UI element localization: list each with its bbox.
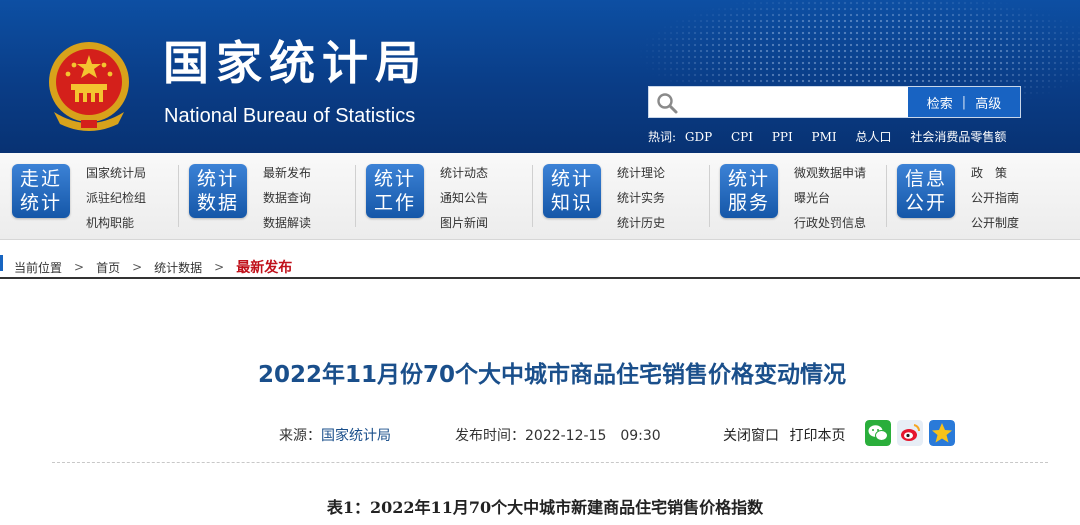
nav-link[interactable]: 数据解读 xyxy=(263,211,311,236)
nav-badge-knowledge[interactable]: 统计 知识 xyxy=(543,164,601,218)
nav-link[interactable]: 微观数据申请 xyxy=(794,161,866,186)
nav-links: 国家统计局 派驻纪检组 机构职能 xyxy=(86,161,146,236)
nav-badge-about[interactable]: 走近 统计 xyxy=(12,164,70,218)
time-value: 2022-12-15 09:30 xyxy=(525,428,661,444)
chevron-right-icon: > xyxy=(214,260,225,274)
nav-links: 最新发布 数据查询 数据解读 xyxy=(263,161,311,236)
breadcrumb-label: 当前位置 xyxy=(14,260,63,275)
nav-badge-line: 信息 xyxy=(904,168,947,190)
nav-link[interactable]: 统计历史 xyxy=(617,211,665,236)
search-buttons: 检索 | 高级 xyxy=(908,87,1020,117)
search-box: 检索 | 高级 xyxy=(648,86,1021,118)
table-title: 表1：2022年11月70个大中城市新建商品住宅销售价格指数 xyxy=(326,498,764,517)
hot-word-link[interactable]: CPI xyxy=(731,130,753,144)
site-header: 国家统计局 National Bureau of Statistics 检索 |… xyxy=(0,0,1080,153)
nav-badge-line: 公开 xyxy=(904,192,947,214)
nav-badge-line: 数据 xyxy=(196,192,239,214)
breadcrumb-marker xyxy=(0,255,3,271)
hot-words-label: 热词: xyxy=(648,130,677,144)
chevron-right-icon: > xyxy=(74,260,85,274)
breadcrumb-data-link[interactable]: 统计数据 xyxy=(154,259,202,276)
national-emblem-icon xyxy=(49,42,129,131)
search-icon xyxy=(657,93,678,114)
nav-badge-line: 知识 xyxy=(550,192,593,214)
breadcrumb-home-link[interactable]: 首页 xyxy=(96,259,120,276)
nav-link[interactable]: 公开制度 xyxy=(971,211,1019,236)
main-nav: 走近 统计 国家统计局 派驻纪检组 机构职能 统计 数据 最新发布 数据查询 数… xyxy=(0,153,1080,240)
nav-link[interactable]: 统计实务 xyxy=(617,186,665,211)
nav-badge-line: 工作 xyxy=(373,192,416,214)
nav-badge-line: 服务 xyxy=(727,192,770,214)
hot-word-link[interactable]: 社会消费品零售额 xyxy=(910,130,1006,144)
nav-divider xyxy=(355,165,356,227)
wechat-share-icon[interactable] xyxy=(865,420,891,446)
nav-badge-line: 统计 xyxy=(196,168,239,190)
nav-badge-line: 统计 xyxy=(19,192,62,214)
breadcrumb-current[interactable]: 最新发布 xyxy=(236,257,292,277)
nav-badge-work[interactable]: 统计 工作 xyxy=(366,164,424,218)
nav-link[interactable]: 最新发布 xyxy=(263,161,311,186)
nav-link[interactable]: 派驻纪检组 xyxy=(86,186,146,211)
article-source: 来源：国家统计局 xyxy=(279,425,391,445)
hot-words: 热词: GDP CPI PPI PMI 总人口 社会消费品零售额 xyxy=(648,128,1021,145)
nav-link[interactable]: 国家统计局 xyxy=(86,161,146,186)
nav-link[interactable]: 行政处罚信息 xyxy=(794,211,866,236)
site-title: 国家统计局 xyxy=(163,36,428,90)
nav-badge-line: 走近 xyxy=(19,168,62,190)
chevron-right-icon: > xyxy=(132,260,143,274)
nav-link[interactable]: 统计理论 xyxy=(617,161,665,186)
qzone-share-icon[interactable] xyxy=(929,420,955,446)
nav-divider xyxy=(178,165,179,227)
time-label: 发布时间： xyxy=(455,428,525,444)
source-value: 国家统计局 xyxy=(321,428,391,444)
nav-link[interactable]: 通知公告 xyxy=(440,186,488,211)
nav-links: 统计理论 统计实务 统计历史 xyxy=(617,161,665,236)
nav-link[interactable]: 统计动态 xyxy=(440,161,488,186)
nav-badge-data[interactable]: 统计 数据 xyxy=(189,164,247,218)
hot-word-link[interactable]: PPI xyxy=(772,130,793,144)
nav-badge-disclosure[interactable]: 信息 公开 xyxy=(897,164,955,218)
nav-badge-line: 统计 xyxy=(550,168,593,190)
nav-badge-line: 统计 xyxy=(727,168,770,190)
article-title: 2022年11月份70个大中城市商品住宅销售价格变动情况 xyxy=(257,362,847,388)
nav-link[interactable]: 公开指南 xyxy=(971,186,1019,211)
nav-divider xyxy=(709,165,710,227)
nav-links: 政 策 公开指南 公开制度 xyxy=(971,161,1019,236)
hot-word-link[interactable]: 总人口 xyxy=(855,130,891,144)
source-label: 来源： xyxy=(279,428,321,444)
article-divider xyxy=(52,462,1048,463)
nav-divider xyxy=(886,165,887,227)
nav-link[interactable]: 图片新闻 xyxy=(440,211,488,236)
nav-links: 微观数据申请 曝光台 行政处罚信息 xyxy=(794,161,866,236)
weibo-share-icon[interactable] xyxy=(897,420,923,446)
nav-links: 统计动态 通知公告 图片新闻 xyxy=(440,161,488,236)
print-page-button[interactable]: 打印本页 xyxy=(789,428,845,444)
nav-link[interactable]: 机构职能 xyxy=(86,211,146,236)
nav-divider xyxy=(532,165,533,227)
advanced-search-button[interactable]: 高级 xyxy=(975,93,1001,112)
article-time: 发布时间：2022-12-15 09:30 xyxy=(455,425,661,445)
nav-badge-service[interactable]: 统计 服务 xyxy=(720,164,778,218)
nav-link[interactable]: 曝光台 xyxy=(794,186,866,211)
nav-link[interactable]: 政 策 xyxy=(971,161,1019,186)
breadcrumb: 当前位置 > 首页 > 统计数据 > 最新发布 xyxy=(14,257,292,277)
site-subtitle: National Bureau of Statistics xyxy=(164,105,416,127)
close-window-button[interactable]: 关闭窗口 xyxy=(723,428,779,444)
nav-link[interactable]: 数据查询 xyxy=(263,186,311,211)
search-separator: | xyxy=(961,94,967,110)
breadcrumb-underline xyxy=(0,277,1080,279)
nav-badge-line: 统计 xyxy=(373,168,416,190)
hot-word-link[interactable]: GDP xyxy=(685,130,712,144)
search-button[interactable]: 检索 xyxy=(927,93,953,112)
hot-word-link[interactable]: PMI xyxy=(812,130,837,144)
article-tools: 关闭窗口 打印本页 xyxy=(723,425,851,445)
